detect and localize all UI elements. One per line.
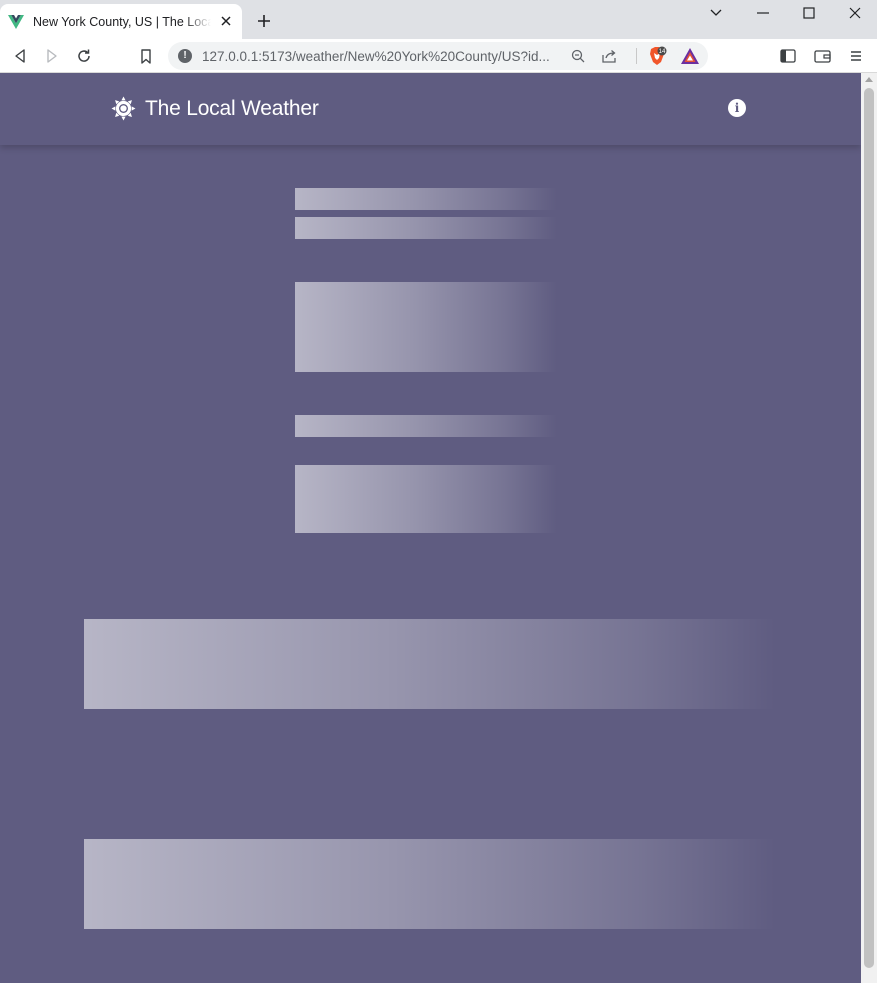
- skeleton-hourly-forecast: [84, 619, 776, 709]
- browser-titlebar: New York County, US | The Local Weather: [0, 0, 877, 39]
- skeleton-city-name: [295, 188, 557, 210]
- app-header: The Local Weather i: [0, 73, 861, 145]
- scroll-up-arrow-icon[interactable]: [865, 77, 873, 82]
- browser-tab[interactable]: New York County, US | The Local Weather: [0, 4, 242, 39]
- info-circle-icon[interactable]: i: [728, 99, 746, 117]
- skeleton-weather-icon: [295, 465, 557, 533]
- shield-count: 14: [659, 49, 666, 55]
- tab-search-chevron-down-icon[interactable]: [704, 4, 728, 22]
- brave-shields-icon[interactable]: 14: [647, 46, 667, 66]
- skeleton-date: [295, 217, 557, 239]
- vue-favicon-icon: [8, 14, 24, 30]
- app-title[interactable]: The Local Weather: [145, 97, 319, 121]
- menu-icon[interactable]: [845, 45, 867, 67]
- bookmark-icon[interactable]: [135, 45, 157, 67]
- scrollbar-thumb[interactable]: [864, 88, 874, 968]
- skeleton-temperature: [295, 282, 557, 372]
- page-viewport: The Local Weather i: [0, 73, 861, 983]
- wallet-icon[interactable]: [811, 45, 833, 67]
- reload-icon[interactable]: [73, 45, 95, 67]
- minimize-icon[interactable]: [751, 4, 775, 22]
- zoom-out-icon[interactable]: [570, 48, 586, 64]
- new-tab-icon[interactable]: [254, 11, 274, 31]
- url-text: 127.0.0.1:5173/weather/New%20York%20Coun…: [202, 49, 550, 64]
- back-icon[interactable]: [9, 45, 31, 67]
- sidebar-toggle-icon[interactable]: [777, 45, 799, 67]
- brave-rewards-icon[interactable]: [680, 46, 700, 66]
- browser-toolbar: ! 127.0.0.1:5173/weather/New%20York%20Co…: [0, 39, 877, 73]
- omnibox-separator: [636, 48, 637, 64]
- share-icon[interactable]: [602, 48, 618, 64]
- address-bar[interactable]: ! 127.0.0.1:5173/weather/New%20York%20Co…: [168, 42, 708, 70]
- tab-close-icon[interactable]: [218, 13, 234, 29]
- sun-icon[interactable]: [111, 96, 136, 121]
- skeleton-weekly-forecast: [84, 839, 776, 929]
- site-info-icon[interactable]: !: [178, 49, 192, 63]
- close-window-icon[interactable]: [843, 4, 867, 22]
- maximize-icon[interactable]: [797, 4, 821, 22]
- forward-icon[interactable]: [41, 45, 63, 67]
- tab-title: New York County, US | The Local Weather: [33, 14, 211, 29]
- skeleton-feels-like: [295, 415, 557, 437]
- page-scrollbar[interactable]: [861, 73, 877, 983]
